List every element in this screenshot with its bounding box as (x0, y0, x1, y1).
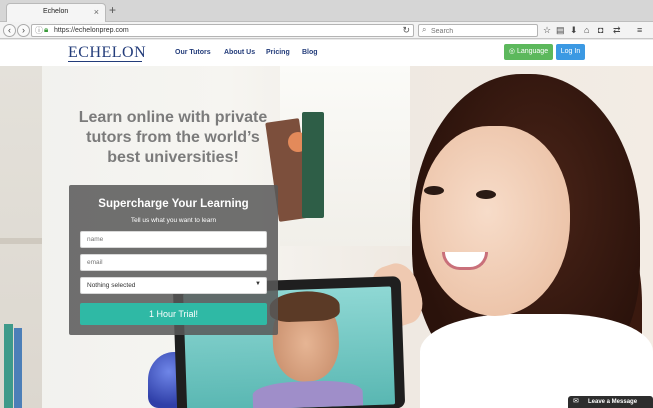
student-photo-shirt (420, 314, 653, 408)
subject-select[interactable]: Nothing selected ▼ (80, 277, 267, 294)
browser-tab[interactable]: Echelon × (6, 3, 106, 22)
hero-headline: Learn online with private tutors from th… (78, 109, 268, 166)
site-header: ECHELON Our Tutors About Us Pricing Blog… (0, 40, 653, 66)
logo-underline (68, 61, 142, 62)
menu-icon[interactable]: ≡ (637, 25, 642, 35)
form-title: Supercharge Your Learning (98, 198, 249, 210)
browser-search-bar[interactable]: ⌕ (418, 24, 538, 37)
reading-list-icon[interactable]: ▤ (556, 25, 565, 36)
echelon-logo[interactable]: ECHELON (68, 44, 146, 62)
tab-title: Echelon (43, 8, 69, 15)
download-icon[interactable]: ⬇ (570, 25, 578, 36)
forward-icon[interactable]: › (17, 24, 30, 37)
browser-tab-bar: Echelon × + (0, 0, 653, 22)
home-icon[interactable]: ⌂ (584, 25, 589, 35)
nav-our-tutors[interactable]: Our Tutors (175, 49, 211, 56)
pocket-icon[interactable]: ◘ (598, 25, 603, 35)
background-book (14, 328, 22, 408)
name-input[interactable] (80, 231, 267, 248)
browser-search-input[interactable] (431, 26, 535, 36)
globe-icon: ◎ (508, 48, 515, 55)
info-icon[interactable]: ⓘ (35, 25, 43, 36)
back-icon[interactable]: ‹ (3, 24, 16, 37)
lock-icon: 🔒︎ (44, 25, 49, 34)
search-icon: ⌕ (422, 25, 427, 34)
subject-select-value: Nothing selected (87, 282, 136, 289)
background-book (4, 324, 13, 408)
email-input[interactable] (80, 254, 267, 271)
caret-down-icon: ▼ (255, 281, 261, 287)
hero-section: Learn online with private tutors from th… (0, 66, 653, 408)
nav-about-us[interactable]: About Us (224, 49, 255, 56)
leave-message-widget[interactable]: ✉ Leave a Message (568, 396, 653, 408)
student-photo-face (420, 126, 570, 316)
extension-icon[interactable]: ⇄ (613, 25, 621, 36)
leave-message-label: Leave a Message (588, 399, 638, 405)
language-label: Language (516, 48, 549, 55)
url-bar[interactable]: ⓘ 🔒︎ https://echelonprep.com ↻ (31, 24, 414, 37)
new-tab-icon[interactable]: + (109, 3, 116, 17)
language-button[interactable]: ◎ Language (504, 44, 553, 60)
url-text[interactable]: https://echelonprep.com (54, 27, 129, 34)
tab-close-icon[interactable]: × (94, 7, 99, 17)
form-subtitle: Tell us what you want to learn (130, 217, 217, 224)
nav-blog[interactable]: Blog (302, 49, 318, 56)
browser-toolbar: ‹ › ⓘ 🔒︎ https://echelonprep.com ↻ ⌕ ☆ ▤… (0, 22, 653, 39)
background-books (265, 110, 352, 222)
background-shelf-board (0, 238, 42, 244)
trial-button[interactable]: 1 Hour Trial! (80, 303, 267, 325)
bookmark-star-icon[interactable]: ☆ (543, 25, 551, 36)
reload-icon[interactable]: ↻ (402, 25, 410, 36)
signup-form: Supercharge Your Learning Tell us what y… (69, 185, 278, 335)
login-button[interactable]: Log In (556, 44, 585, 60)
nav-pricing[interactable]: Pricing (266, 49, 290, 56)
envelope-icon: ✉ (573, 398, 579, 405)
